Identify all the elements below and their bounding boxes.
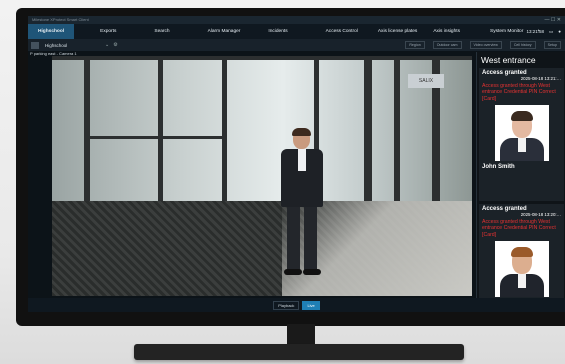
- main-nav: Highschool Exports Search Alarm Manager …: [28, 24, 565, 39]
- monitor-screen: Milestone XProtect Smart Client — ☐ ✕ Hi…: [28, 16, 565, 312]
- event-card[interactable]: Access granted 2025-08-18 13:21:… Access…: [479, 68, 564, 201]
- nav-status-area: 13:21:58 ▭ ●: [526, 24, 561, 39]
- tab-axis-license-plates[interactable]: Axis license plates: [374, 29, 421, 34]
- cardholder-photo: [494, 105, 549, 162]
- window-titlebar: Milestone XProtect Smart Client — ☐ ✕: [28, 16, 565, 24]
- camera-view[interactable]: SALIX: [52, 56, 472, 296]
- video-overview-button[interactable]: Video overview: [469, 41, 502, 49]
- view-toolbar: Highschool ⌄ ⚙ Region Outdoor cam Video …: [28, 39, 565, 51]
- user-icon[interactable]: ●: [558, 29, 561, 34]
- tab-exports[interactable]: Exports: [96, 29, 120, 34]
- playback-button[interactable]: Playback: [273, 300, 300, 310]
- event-message: Access granted through West entrance Cre…: [482, 83, 556, 102]
- cardholder-photo: [494, 241, 549, 298]
- live-button[interactable]: Live: [302, 300, 320, 310]
- views-menu-icon[interactable]: [31, 41, 39, 49]
- person-shirt: [298, 149, 306, 171]
- access-event-panel: West entrance Access granted 2025-08-18 …: [476, 52, 565, 298]
- tab-axis-insights[interactable]: Axis insights: [429, 29, 464, 34]
- event-message: Access granted through West entrance Cre…: [482, 219, 556, 238]
- playback-bar: Playback Live: [28, 298, 565, 312]
- tab-alarm-manager[interactable]: Alarm Manager: [204, 29, 245, 34]
- tab-incidents[interactable]: Incidents: [264, 29, 291, 34]
- person-hair: [292, 128, 311, 136]
- event-card[interactable]: Access granted 2025-08-18 13:20:… Access…: [479, 204, 564, 298]
- event-time: 2025-08-18 13:20:…: [520, 212, 561, 217]
- person-shoe: [303, 269, 321, 275]
- tab-highschool[interactable]: Highschool: [28, 24, 75, 39]
- region-pill[interactable]: Region: [405, 41, 425, 49]
- cardholder-name: John Smith: [482, 164, 515, 171]
- person-shoe: [284, 269, 302, 275]
- person-leg: [304, 205, 317, 271]
- toolbar-right: Region Outdoor cam Video overview Cell h…: [401, 41, 561, 49]
- tab-system-monitor[interactable]: System Monitor: [486, 29, 527, 34]
- tab-search[interactable]: Search: [150, 29, 173, 34]
- monitor-icon[interactable]: ▭: [549, 29, 553, 35]
- door-frame: [52, 56, 472, 60]
- window-controls[interactable]: — ☐ ✕: [545, 16, 561, 24]
- photo-hair: [510, 111, 533, 122]
- window-title: Milestone XProtect Smart Client: [32, 17, 89, 22]
- photo-hair: [510, 247, 533, 258]
- wall-sign: SALIX: [408, 74, 444, 88]
- site-selector[interactable]: Highschool: [45, 43, 105, 48]
- monitor-stand: [134, 344, 464, 360]
- event-time: 2025-08-18 13:21:…: [520, 76, 561, 81]
- panel-title: West entrance: [481, 55, 536, 65]
- setup-button[interactable]: Setup: [543, 41, 561, 49]
- cell-history-button[interactable]: Cell history: [509, 41, 536, 49]
- outdoor-cam-pill[interactable]: Outdoor cam: [432, 41, 462, 49]
- photo-shirt: [517, 274, 526, 289]
- monitor-neck: [287, 324, 315, 344]
- settings-icon[interactable]: ⚙: [113, 42, 117, 48]
- clock-text: 13:21:58: [526, 29, 545, 34]
- person-leg: [287, 205, 300, 271]
- person-figure: [267, 128, 337, 279]
- chevron-down-icon[interactable]: ⌄: [105, 42, 109, 48]
- tab-access-control[interactable]: Access Control: [322, 29, 362, 34]
- photo-shirt: [517, 138, 526, 153]
- door-frame: [90, 136, 226, 139]
